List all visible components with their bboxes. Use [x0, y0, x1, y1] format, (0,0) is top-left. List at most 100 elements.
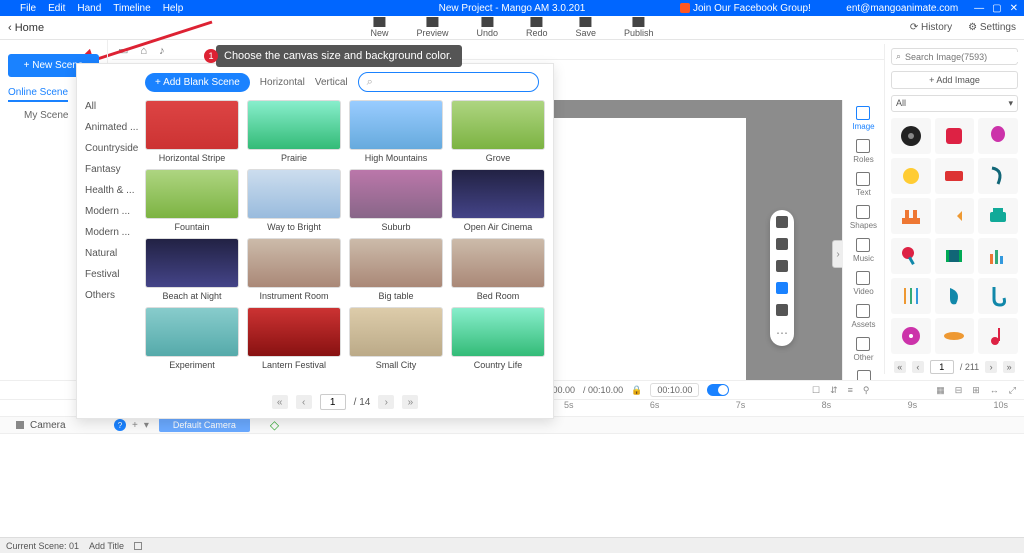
- scene-card[interactable]: Fountain: [145, 169, 239, 232]
- menu-hand[interactable]: Hand: [77, 3, 101, 14]
- scene-cat-fantasy[interactable]: Fantasy: [85, 159, 141, 180]
- asset-pager-next[interactable]: ›: [985, 361, 997, 373]
- menu-help[interactable]: Help: [163, 3, 184, 14]
- new-button[interactable]: New: [370, 17, 388, 38]
- tl-tool-5[interactable]: ▦: [936, 385, 945, 396]
- rail-text[interactable]: Text: [856, 170, 871, 199]
- asset-filter-dropdown[interactable]: All ▾: [891, 95, 1018, 112]
- asset-xylophone[interactable]: [891, 198, 931, 234]
- scene-card[interactable]: Bed Room: [451, 238, 545, 301]
- rail-assets[interactable]: Assets: [851, 302, 875, 331]
- scene-cat-all[interactable]: All: [85, 96, 141, 117]
- scene-cat-modern2[interactable]: Modern ...: [85, 222, 141, 243]
- redo-button[interactable]: Redo: [526, 17, 548, 38]
- dock-more-icon[interactable]: ⋯: [776, 326, 788, 340]
- maximize-icon[interactable]: ▢: [992, 3, 1001, 14]
- facebook-link[interactable]: Join Our Facebook Group!: [680, 3, 811, 14]
- asset-balloon[interactable]: [978, 118, 1018, 154]
- scene-card[interactable]: Way to Bright: [247, 169, 341, 232]
- add-blank-scene-button[interactable]: Add Blank Scene: [145, 73, 250, 92]
- camera-keyframe-icon[interactable]: ◇: [270, 418, 279, 432]
- scene-card[interactable]: Suburb: [349, 169, 443, 232]
- status-add-title[interactable]: Add Title: [89, 541, 124, 551]
- scene-cat-modern1[interactable]: Modern ...: [85, 201, 141, 222]
- asset-sax[interactable]: [978, 278, 1018, 314]
- rail-other[interactable]: Other: [853, 335, 873, 364]
- asset-trumpet[interactable]: [935, 198, 975, 234]
- publish-button[interactable]: Publish: [624, 17, 654, 38]
- timeline-toggle[interactable]: [707, 384, 729, 396]
- asset-search[interactable]: ⌕: [891, 48, 1018, 65]
- tl-tool-2[interactable]: ⇵: [830, 385, 838, 396]
- asset-printer[interactable]: [978, 198, 1018, 234]
- menu-file[interactable]: File: [20, 3, 36, 14]
- asset-note[interactable]: [978, 318, 1018, 354]
- asset-cassette[interactable]: [935, 158, 975, 194]
- scene-search-input[interactable]: ⌕: [358, 72, 539, 92]
- tl-tool-9[interactable]: ⤢: [1009, 385, 1016, 396]
- asset-equalizer[interactable]: [978, 238, 1018, 274]
- scene-cat-animated[interactable]: Animated ...: [85, 117, 141, 138]
- dock-tool-5[interactable]: [776, 304, 788, 316]
- scene-cat-natural[interactable]: Natural: [85, 243, 141, 264]
- scene-cat-others[interactable]: Others: [85, 285, 141, 306]
- asset-pager-first[interactable]: «: [894, 361, 906, 373]
- scene-card[interactable]: Grove: [451, 100, 545, 163]
- asset-pager-page-input[interactable]: [930, 360, 954, 374]
- tl-tool-3[interactable]: ≡: [848, 385, 853, 396]
- tl-tool-6[interactable]: ⊟: [955, 385, 963, 396]
- lock-icon[interactable]: 🔒: [631, 385, 642, 396]
- scene-cat-countryside[interactable]: Countryside: [85, 138, 141, 159]
- pager-prev[interactable]: ‹: [296, 395, 312, 409]
- asset-pager-last[interactable]: »: [1003, 361, 1015, 373]
- scene-card[interactable]: Big table: [349, 238, 443, 301]
- scene-card[interactable]: Country Life: [451, 307, 545, 370]
- rail-video[interactable]: Video: [853, 269, 873, 298]
- scene-card[interactable]: Open Air Cinema: [451, 169, 545, 232]
- camera-add-button[interactable]: +: [132, 420, 138, 431]
- preview-button[interactable]: Preview: [416, 17, 448, 38]
- scene-cat-health[interactable]: Health & ...: [85, 180, 141, 201]
- scene-cat-festival[interactable]: Festival: [85, 264, 141, 285]
- camera-menu-button[interactable]: ▾: [144, 420, 149, 431]
- settings-button[interactable]: ⚙ Settings: [968, 22, 1016, 33]
- undo-button[interactable]: Undo: [476, 17, 498, 38]
- asset-film[interactable]: [935, 238, 975, 274]
- rail-shapes[interactable]: Shapes: [850, 203, 877, 232]
- pager-last[interactable]: »: [402, 395, 418, 409]
- asset-ear[interactable]: [935, 278, 975, 314]
- asset-disc[interactable]: [891, 318, 931, 354]
- rail-roles[interactable]: Roles: [853, 137, 873, 166]
- asset-bass-clef[interactable]: [978, 158, 1018, 194]
- rail-image[interactable]: Image: [852, 104, 874, 133]
- menu-edit[interactable]: Edit: [48, 3, 65, 14]
- asset-pager-prev[interactable]: ‹: [912, 361, 924, 373]
- orientation-vertical[interactable]: Vertical: [315, 77, 348, 88]
- dock-tool-1[interactable]: [776, 216, 788, 228]
- home-button[interactable]: Home: [8, 22, 44, 34]
- asset-duck[interactable]: [891, 158, 931, 194]
- default-camera-clip[interactable]: Default Camera: [159, 418, 250, 432]
- scene-card[interactable]: Instrument Room: [247, 238, 341, 301]
- minimize-icon[interactable]: —: [974, 3, 984, 14]
- dock-tool-3[interactable]: [776, 260, 788, 272]
- tl-tool-8[interactable]: ↔: [990, 385, 999, 396]
- scene-card[interactable]: Beach at Night: [145, 238, 239, 301]
- menu-timeline[interactable]: Timeline: [113, 3, 150, 14]
- scene-duration[interactable]: 00:10.00: [650, 383, 699, 397]
- orientation-horizontal[interactable]: Horizontal: [260, 77, 305, 88]
- pager-next[interactable]: ›: [378, 395, 394, 409]
- camera-help-button[interactable]: ?: [114, 419, 126, 431]
- scene-card[interactable]: High Mountains: [349, 100, 443, 163]
- tab-online-scene[interactable]: Online Scene: [8, 87, 68, 102]
- status-icon[interactable]: [134, 542, 142, 550]
- scene-card[interactable]: Prairie: [247, 100, 341, 163]
- asset-badge[interactable]: [935, 118, 975, 154]
- asset-cymbal[interactable]: [935, 318, 975, 354]
- tl-tool-7[interactable]: ⊞: [972, 385, 980, 396]
- pager-page-input[interactable]: [320, 394, 346, 410]
- history-button[interactable]: ⟳ History: [910, 22, 952, 33]
- asset-maracas[interactable]: [891, 238, 931, 274]
- close-icon[interactable]: ✕: [1010, 3, 1018, 14]
- dock-tool-4[interactable]: [776, 282, 788, 294]
